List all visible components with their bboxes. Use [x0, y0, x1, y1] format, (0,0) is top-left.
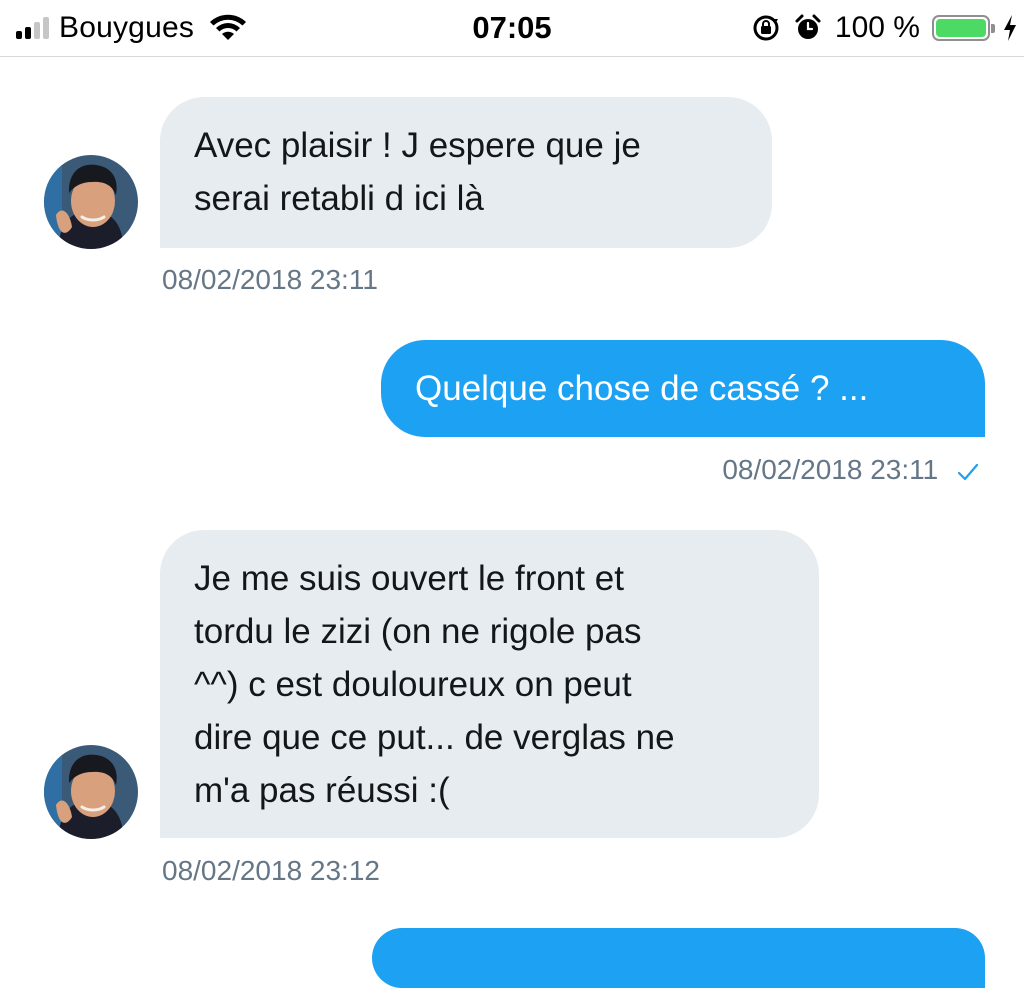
rotation-lock-icon	[753, 15, 779, 41]
charging-bolt-icon	[1004, 15, 1016, 41]
message-line: dire que ce put... de verglas ne	[194, 718, 675, 757]
status-bar: Bouygues 07:05 100 %	[0, 0, 1024, 57]
message-bubble-incoming[interactable]: Je me suis ouvert le front et tordu le z…	[160, 530, 819, 838]
alarm-icon	[795, 14, 821, 39]
message-line: tordu le zizi (on ne rigole pas	[194, 612, 642, 651]
message-timestamp: 08/02/2018 23:11	[162, 264, 378, 295]
message-line: ^^) c est douloureux on peut	[194, 665, 632, 704]
message-bubble-outgoing[interactable]: Quelque chose de cassé ? ...	[381, 340, 985, 437]
status-bar-right: 100 %	[751, 8, 1018, 48]
message-timestamp-row: 08/02/2018 23:11	[722, 454, 980, 486]
check-icon	[957, 463, 979, 480]
message-line: Quelque chose de cassé ? ...	[415, 369, 869, 408]
message-timestamp: 08/02/2018 23:12	[162, 855, 380, 886]
avatar[interactable]	[44, 155, 138, 249]
battery-icon	[932, 15, 995, 41]
message-line: serai retabli d ici là	[194, 179, 484, 218]
message-bubble-outgoing-partial[interactable]	[372, 928, 985, 988]
message-line: Je me suis ouvert le front et	[194, 559, 624, 598]
battery-percent: 100 %	[834, 11, 920, 44]
message-line: m'a pas réussi :(	[194, 771, 450, 810]
message-timestamp: 08/02/2018 23:11	[722, 454, 939, 485]
avatar-image	[44, 745, 138, 839]
message-line: Avec plaisir ! J espere que je	[194, 126, 641, 165]
message-bubble-incoming[interactable]: Avec plaisir ! J espere que je serai ret…	[160, 97, 772, 248]
avatar[interactable]	[44, 745, 138, 839]
avatar-image	[44, 155, 138, 249]
